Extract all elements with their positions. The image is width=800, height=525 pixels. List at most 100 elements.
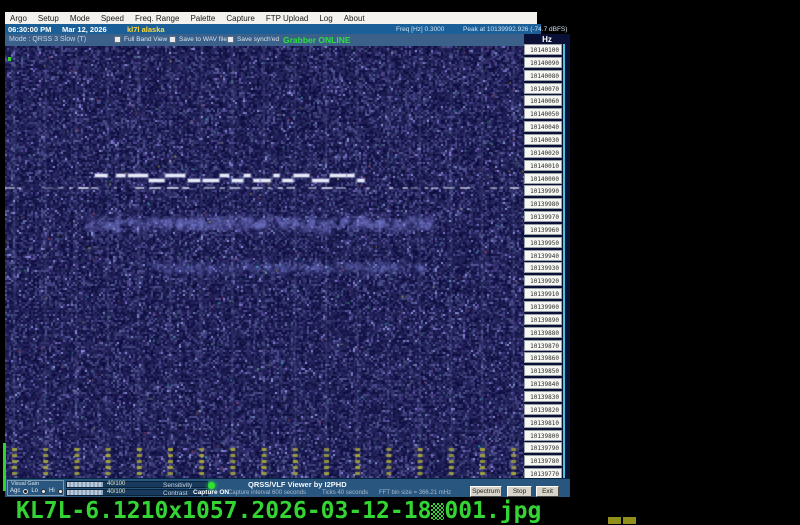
checkbox-box-icon[interactable]	[227, 36, 234, 43]
clock-time: 06:30:00 PM	[8, 25, 52, 34]
menu-capture[interactable]: Capture	[226, 14, 254, 23]
freq-label-10140010: 10140010	[524, 159, 562, 171]
freq-label-10139850: 10139850	[524, 365, 562, 377]
freq-label-10139870: 10139870	[524, 339, 562, 351]
sensitivity-value: 40/100	[107, 481, 126, 487]
freq-label-10140080: 10140080	[524, 69, 562, 81]
freq-label-10139800: 10139800	[524, 429, 562, 441]
freq-label-10139920: 10139920	[524, 275, 562, 287]
exit-button[interactable]: Exit	[536, 486, 559, 497]
menu-freq-range[interactable]: Freq. Range	[135, 14, 179, 23]
checkbox-label: Save to WAV file	[179, 36, 228, 43]
freq-label-10139960: 10139960	[524, 223, 562, 235]
fft-bin-label: FFT bin size = 366.21 mHz	[379, 490, 452, 496]
capture-led-icon	[208, 482, 215, 489]
menu-about[interactable]: About	[344, 14, 365, 23]
radio-label-lo: Lo	[31, 488, 39, 494]
freq-label-10140070: 10140070	[524, 82, 562, 94]
freq-label-10139780: 10139780	[524, 455, 562, 467]
radio-label-agc: Agc	[10, 488, 21, 494]
spectrogram-area[interactable]	[5, 46, 524, 478]
menu-setup[interactable]: Setup	[38, 14, 59, 23]
freq-readout: Freq [Hz] 0.3000	[396, 26, 445, 33]
frequency-scale: 10140100 10140090 10140080 10140070 10140060…	[524, 44, 570, 480]
freq-label-10139930: 10139930	[524, 262, 562, 274]
menu-mode[interactable]: Mode	[70, 14, 90, 23]
clock-date: Mar 12, 2026	[62, 25, 107, 34]
spectrogram-canvas[interactable]	[5, 46, 524, 478]
menu-speed[interactable]: Speed	[101, 14, 124, 23]
text-cursor-block	[431, 503, 445, 520]
freq-label-10140090: 10140090	[524, 56, 562, 68]
checkbox-label: Full Band View	[124, 36, 168, 43]
freq-label-10140000: 10140000	[524, 172, 562, 184]
freq-label-10140030: 10140030	[524, 133, 562, 145]
scan-cursor-line	[3, 443, 6, 491]
mode-label: Mode : QRSS 3 Slow (T)	[9, 36, 87, 43]
radio-lo[interactable]	[41, 488, 47, 494]
freq-label-10140100: 10140100	[524, 44, 562, 55]
peak-readout: Peak at 10139992.926 (-74.7 dBFS)	[463, 26, 568, 33]
radio-agc-selected[interactable]	[23, 488, 29, 494]
visual-gain-group: Visual Gain Agc Lo Hi	[7, 480, 64, 496]
freq-label-10139970: 10139970	[524, 211, 562, 223]
app-title: QRSS/VLF Viewer by I2PHD	[248, 480, 347, 489]
capture-interval-label: Capture interval 600 seconds	[228, 490, 307, 496]
contrast-value: 40/100	[107, 489, 126, 495]
freq-label-10139980: 10139980	[524, 198, 562, 210]
filename-suffix: 001.jpg	[444, 498, 542, 524]
status-bar: 06:30:00 PM Mar 12, 2026 kl7l alaska Fre…	[5, 24, 567, 34]
freq-label-10139860: 10139860	[524, 352, 562, 364]
bottom-control-bar: Visual Gain Agc Lo Hi 40/100 40/100 Sensit…	[5, 478, 570, 497]
freq-label-10139990: 10139990	[524, 185, 562, 197]
menu-palette[interactable]: Palette	[190, 14, 215, 23]
checkbox-box-icon[interactable]	[114, 36, 121, 43]
contrast-label: Contrast	[163, 490, 188, 497]
freq-label-10139910: 10139910	[524, 288, 562, 300]
checkbox-full-band-view[interactable]: Full Band View	[114, 36, 167, 43]
callsign-label: kl7l alaska	[127, 25, 165, 34]
menu-argo[interactable]: Argo	[10, 14, 27, 23]
freq-label-10139900: 10139900	[524, 301, 562, 312]
sensitivity-slider-fill	[67, 482, 103, 487]
freq-label-10140060: 10140060	[524, 95, 562, 107]
freq-label-10139950: 10139950	[524, 236, 562, 248]
freq-label-10139880: 10139880	[524, 326, 562, 338]
menu-ftp-upload[interactable]: FTP Upload	[266, 14, 309, 23]
sensitivity-label: Sensitivity	[163, 482, 193, 489]
screen: Argo Setup Mode Speed Freq. Range Palette Capt…	[0, 0, 800, 525]
capture-state: Capture ON	[193, 489, 230, 496]
scale-edge-line	[563, 44, 565, 480]
argo-app-window: Argo Setup Mode Speed Freq. Range Palette Capt…	[5, 12, 570, 497]
stop-button[interactable]: Stop	[507, 486, 532, 497]
checkbox-label: Save synch'ed	[237, 36, 280, 43]
freq-label-10139790: 10139790	[524, 442, 562, 454]
freq-label-10139940: 10139940	[524, 249, 562, 261]
ticks-label: Ticks 40 seconds	[322, 490, 369, 496]
visual-gain-label: Visual Gain	[11, 481, 40, 487]
freq-label-10140040: 10140040	[524, 121, 562, 133]
freq-label-10140020: 10140020	[524, 146, 562, 158]
menu-bar: Argo Setup Mode Speed Freq. Range Palette Capt…	[5, 12, 537, 24]
freq-label-10139840: 10139840	[524, 378, 562, 390]
tool-row: Mode : QRSS 3 Slow (T) Grabber ONLINE Fu…	[5, 34, 524, 46]
radio-label-hi: Hi	[49, 488, 55, 494]
taskbar-fragment-left	[608, 517, 621, 524]
grabber-status: Grabber ONLINE	[283, 35, 351, 45]
freq-label-10139810: 10139810	[524, 416, 562, 428]
visual-gain-options: Agc Lo Hi	[10, 488, 63, 494]
freq-label-10139830: 10139830	[524, 390, 562, 402]
checkbox-save-synch-ed[interactable]: Save synch'ed	[227, 36, 279, 43]
checkbox-box-icon[interactable]	[169, 36, 176, 43]
spectrum-button[interactable]: Spectrum	[470, 486, 502, 497]
checkbox-save-to-wav-file[interactable]: Save to WAV file	[169, 36, 227, 43]
contrast-slider-fill	[67, 490, 103, 495]
freq-label-10139820: 10139820	[524, 403, 562, 415]
freq-label-10140050: 10140050	[524, 108, 562, 120]
scan-start-dot	[8, 57, 11, 61]
menu-log[interactable]: Log	[319, 14, 332, 23]
freq-label-10139890: 10139890	[524, 313, 562, 325]
radio-hi[interactable]	[57, 488, 63, 494]
filename-caption: KL7L-6.1210x1057.2026-03-12-18 001.jpg	[16, 498, 541, 524]
taskbar-fragment-right	[623, 517, 636, 524]
